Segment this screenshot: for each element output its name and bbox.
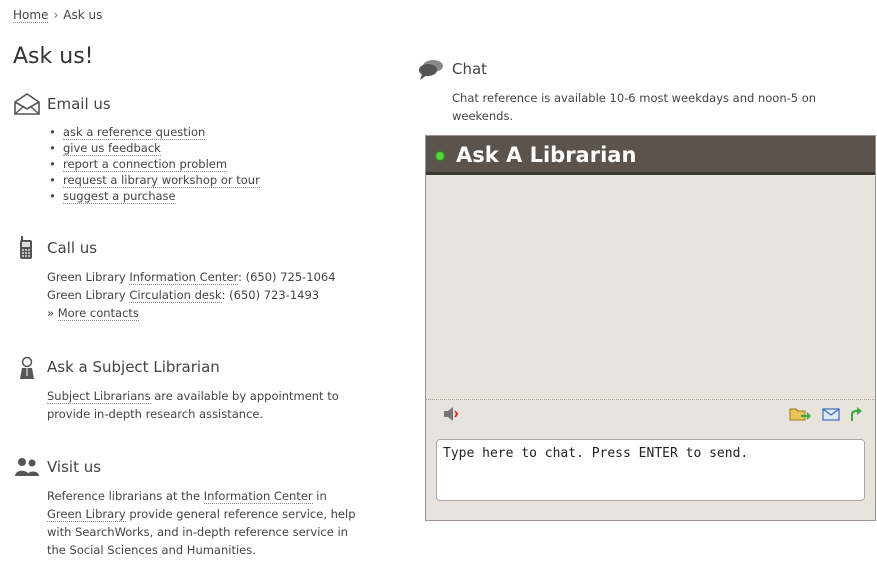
divider <box>426 399 875 400</box>
email-heading: Email us <box>47 95 111 113</box>
call-info: Green Library Information Center: (650) … <box>47 268 336 322</box>
page-title: Ask us! <box>13 44 94 69</box>
visit-text-4: with SearchWorks, and in-depth reference… <box>47 525 348 539</box>
circulation-desk-link[interactable]: Circulation desk <box>129 288 222 303</box>
visit-text: Reference librarians at the Information … <box>47 487 356 559</box>
chat-widget: Ask A Librarian <box>425 135 876 521</box>
visit-heading: Visit us <box>47 458 102 476</box>
visit-information-center-link[interactable]: Information Center <box>203 489 313 504</box>
more-contacts-prefix: » <box>47 306 58 320</box>
list-item: report a connection problem <box>47 156 260 172</box>
report-connection-problem-link[interactable]: report a connection problem <box>63 157 228 172</box>
people-icon <box>14 457 39 481</box>
call-line2-prefix: Green Library <box>47 288 130 302</box>
give-feedback-link[interactable]: give us feedback <box>63 141 161 156</box>
visit-text-2: in <box>312 489 327 503</box>
subject-text-2: provide in-depth research assistance. <box>47 407 264 421</box>
visit-text-5: the Social Sciences and Humanities. <box>47 543 256 557</box>
subject-librarians-link[interactable]: Subject Librarians <box>47 389 151 404</box>
chat-widget-title: Ask A Librarian <box>456 143 637 167</box>
circulation-number: : (650) 723-1493 <box>221 288 320 302</box>
call-line1-prefix: Green Library <box>47 270 130 284</box>
subject-text-1: are available by appointment to <box>150 389 339 403</box>
list-item: request a library workshop or tour <box>47 172 260 188</box>
subject-librarian-text: Subject Librarians are available by appo… <box>47 387 339 423</box>
visit-text-3: provide general reference service, help <box>125 507 356 521</box>
breadcrumb: Home › Ask us <box>13 8 103 23</box>
redo-arrow-icon[interactable] <box>847 406 865 422</box>
folder-send-icon[interactable] <box>789 406 811 422</box>
chat-widget-header: Ask A Librarian <box>426 136 875 175</box>
request-workshop-link[interactable]: request a library workshop or tour <box>63 173 260 188</box>
chat-availability: Chat reference is available 10-6 most we… <box>452 91 817 123</box>
list-item: ask a reference question <box>47 124 260 140</box>
information-center-link[interactable]: Information Center <box>129 270 239 285</box>
speaker-icon[interactable] <box>443 406 461 422</box>
info-center-phone: Green Library Information Center: (650) … <box>47 268 336 286</box>
more-contacts-row: » More contacts <box>47 304 336 322</box>
list-item: suggest a purchase <box>47 188 260 204</box>
breadcrumb-separator: › <box>53 8 59 22</box>
speech-bubbles-icon <box>418 59 443 83</box>
subject-librarian-heading: Ask a Subject Librarian <box>47 358 220 376</box>
more-contacts-link[interactable]: More contacts <box>57 306 139 321</box>
ask-reference-question-link[interactable]: ask a reference question <box>63 125 206 140</box>
email-link-list: ask a reference question give us feedbac… <box>47 124 260 204</box>
email-icon[interactable] <box>822 406 840 422</box>
list-item: give us feedback <box>47 140 260 156</box>
info-center-number: : (650) 725-1064 <box>238 270 336 284</box>
chat-heading: Chat <box>452 60 488 78</box>
suggest-purchase-link[interactable]: suggest a purchase <box>63 189 176 204</box>
visit-text-1: Reference librarians at the <box>47 489 204 503</box>
chat-message-input[interactable] <box>436 439 865 501</box>
circulation-phone: Green Library Circulation desk: (650) 72… <box>47 286 336 304</box>
phone-icon <box>18 236 42 260</box>
green-library-link[interactable]: Green Library <box>47 507 126 522</box>
call-heading: Call us <box>47 239 98 257</box>
breadcrumb-current: Ask us <box>63 8 103 22</box>
online-status-icon <box>435 151 445 161</box>
breadcrumb-home-link[interactable]: Home <box>13 8 49 23</box>
person-icon <box>18 356 42 380</box>
chat-transcript <box>426 175 875 399</box>
envelope-icon <box>14 93 40 117</box>
